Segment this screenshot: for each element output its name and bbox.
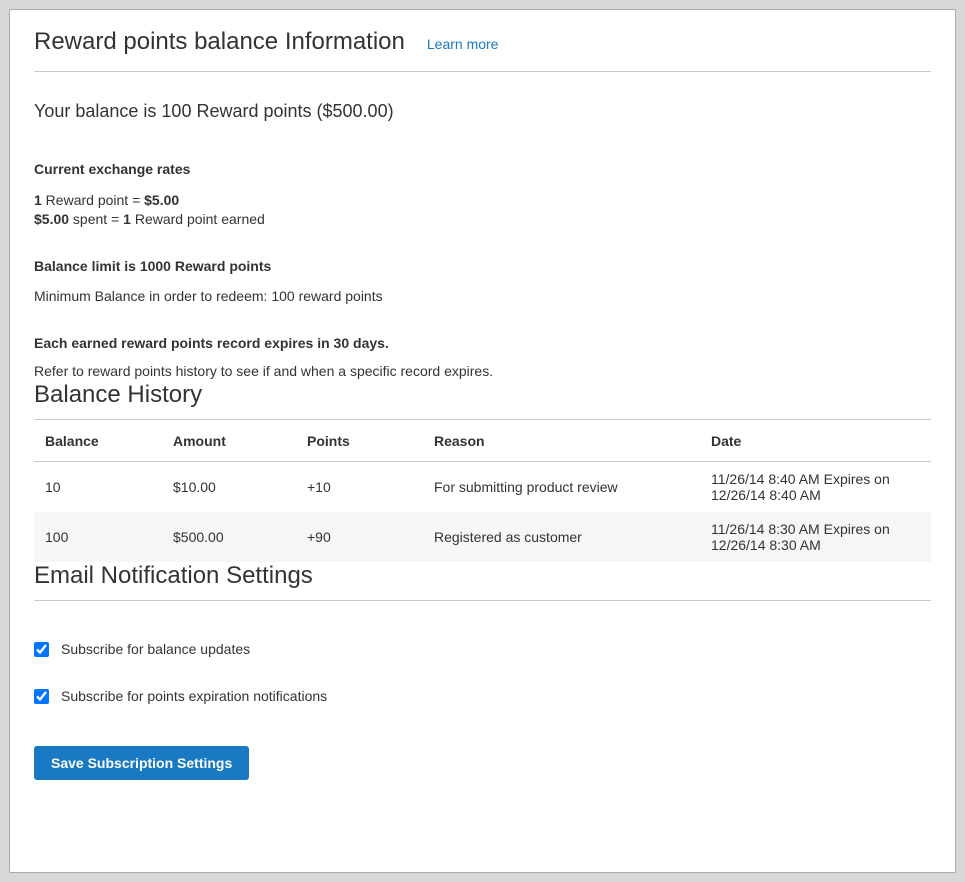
- exchange-rate-line-2: $5.00 spent = 1 Reward point earned: [34, 210, 931, 229]
- earn-point-value: 1: [123, 211, 131, 227]
- cell-date: 11/26/14 8:30 AM Expires on 12/26/14 8:3…: [700, 512, 931, 562]
- learn-more-link[interactable]: Learn more: [427, 36, 499, 52]
- balance-history-title: Balance History: [34, 381, 931, 420]
- balance-updates-checkbox[interactable]: [34, 642, 49, 657]
- expiration-notifications-checkbox[interactable]: [34, 689, 49, 704]
- expiration-note: Refer to reward points history to see if…: [34, 362, 931, 381]
- spend-money-value: $5.00: [34, 211, 69, 227]
- balance-history-table: Balance Amount Points Reason Date 10 $10…: [34, 420, 931, 562]
- cell-date: 11/26/14 8:40 AM Expires on 12/26/14 8:4…: [700, 462, 931, 513]
- email-settings-title: Email Notification Settings: [34, 562, 931, 601]
- balance-summary: Your balance is 100 Reward points ($500.…: [34, 100, 931, 122]
- cell-points: +90: [296, 512, 423, 562]
- balance-updates-option: Subscribe for balance updates: [34, 641, 931, 657]
- balance-updates-label[interactable]: Subscribe for balance updates: [61, 641, 250, 657]
- exchange-rate-text: Reward point =: [42, 192, 144, 208]
- expiration-heading: Each earned reward points record expires…: [34, 334, 931, 353]
- cell-reason: For submitting product review: [423, 462, 700, 513]
- save-subscription-settings-button[interactable]: Save Subscription Settings: [34, 746, 249, 780]
- column-header-reason: Reason: [423, 420, 700, 462]
- column-header-date: Date: [700, 420, 931, 462]
- earn-text: Reward point earned: [131, 211, 265, 227]
- table-row: 100 $500.00 +90 Registered as customer 1…: [34, 512, 931, 562]
- exchange-rate-point-value: 1: [34, 192, 42, 208]
- balance-limit-heading: Balance limit is 1000 Reward points: [34, 257, 931, 276]
- cell-balance: 10: [34, 462, 162, 513]
- column-header-balance: Balance: [34, 420, 162, 462]
- expiration-notifications-label[interactable]: Subscribe for points expiration notifica…: [61, 688, 327, 704]
- table-header-row: Balance Amount Points Reason Date: [34, 420, 931, 462]
- exchange-rates-heading: Current exchange rates: [34, 160, 931, 179]
- cell-balance: 100: [34, 512, 162, 562]
- table-row: 10 $10.00 +10 For submitting product rev…: [34, 462, 931, 513]
- exchange-rate-money-value: $5.00: [144, 192, 179, 208]
- column-header-amount: Amount: [162, 420, 296, 462]
- reward-points-panel: Reward points balance Information Learn …: [9, 9, 956, 873]
- minimum-balance-text: Minimum Balance in order to redeem: 100 …: [34, 287, 931, 306]
- cell-amount: $500.00: [162, 512, 296, 562]
- page-header: Reward points balance Information Learn …: [34, 28, 931, 72]
- exchange-rate-line-1: 1 Reward point = $5.00: [34, 191, 931, 210]
- cell-points: +10: [296, 462, 423, 513]
- spend-text: spent =: [69, 211, 123, 227]
- page-title: Reward points balance Information: [34, 28, 405, 56]
- table-header: Balance Amount Points Reason Date: [34, 420, 931, 462]
- cell-reason: Registered as customer: [423, 512, 700, 562]
- cell-amount: $10.00: [162, 462, 296, 513]
- column-header-points: Points: [296, 420, 423, 462]
- expiration-notifications-option: Subscribe for points expiration notifica…: [34, 688, 931, 704]
